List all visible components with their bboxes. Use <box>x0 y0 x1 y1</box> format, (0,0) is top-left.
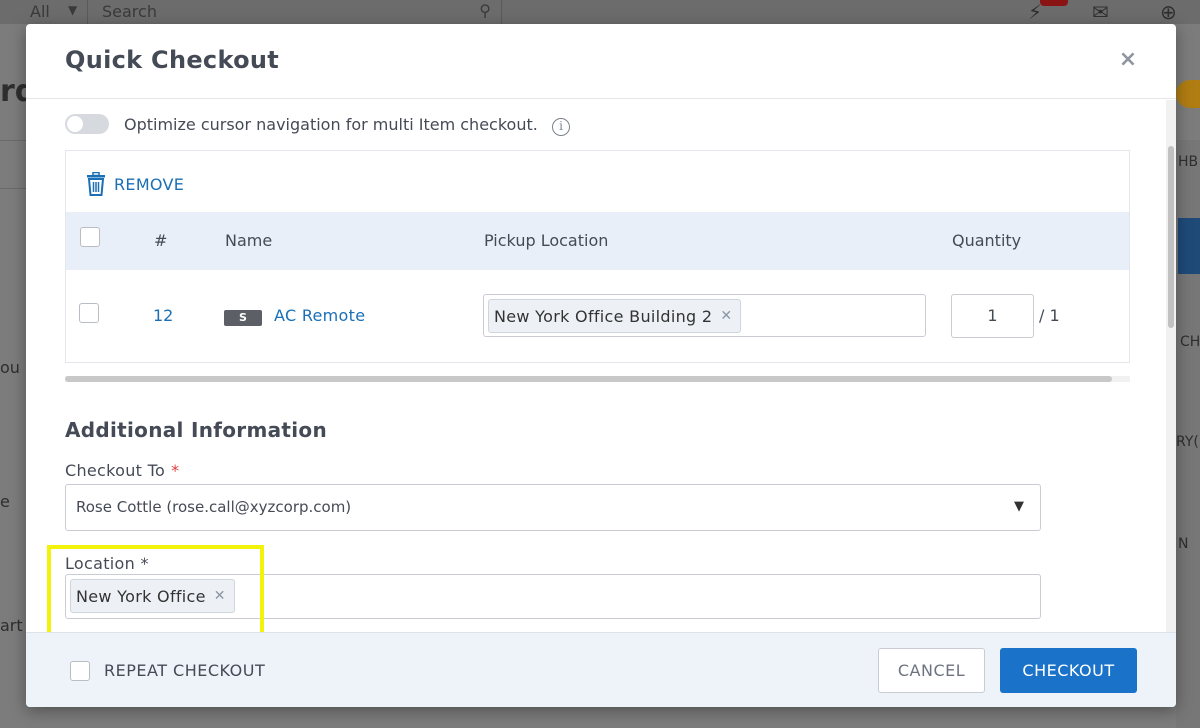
quantity-total: / 1 <box>1039 306 1060 325</box>
item-name-link[interactable]: AC Remote <box>274 306 365 325</box>
chevron-down-icon: ▼ <box>1014 499 1024 514</box>
quick-checkout-modal: Quick Checkout × Optimize cursor navigat… <box>26 24 1176 707</box>
table-row: 12 S AC Remote New York Office Building … <box>66 270 1129 362</box>
pickup-location-input[interactable]: New York Office Building 2 ✕ <box>483 294 926 337</box>
pickup-location-chip: New York Office Building 2 ✕ <box>488 299 742 333</box>
remove-button[interactable]: REMOVE <box>86 171 184 197</box>
background-text-fragment: ou <box>0 358 20 377</box>
close-icon[interactable]: × <box>1118 48 1138 72</box>
background-accent <box>1176 80 1200 108</box>
modal-title: Quick Checkout <box>65 46 280 74</box>
lightning-icon: ⚡ <box>1028 0 1043 24</box>
mail-icon: ✉ <box>1092 0 1109 24</box>
background-blue-block <box>1178 218 1200 274</box>
column-header-number: # <box>154 231 168 250</box>
remove-chip-icon[interactable]: ✕ <box>720 308 732 324</box>
background-search-placeholder: Search <box>102 2 157 21</box>
checkout-to-select[interactable]: Rose Cottle (rose.call@xyzcorp.com) ▼ <box>65 484 1041 531</box>
toggle-label: Optimize cursor navigation for multi Ite… <box>124 115 538 134</box>
background-text-fragment: HB <box>1178 154 1199 170</box>
items-table-card: REMOVE # Name Pickup Location Quantity 1… <box>65 150 1130 363</box>
quantity-input[interactable]: 1 <box>951 294 1034 338</box>
select-all-checkbox[interactable] <box>80 227 100 247</box>
toggle-knob <box>67 116 83 132</box>
repeat-checkout-label[interactable]: REPEAT CHECKOUT <box>104 661 265 680</box>
notification-badge <box>1040 0 1068 6</box>
background-divider <box>0 188 26 189</box>
pickup-location-chip-label: New York Office Building 2 <box>494 306 713 326</box>
highlight-annotation <box>47 545 264 640</box>
info-icon[interactable]: i <box>552 118 570 136</box>
required-marker: * <box>171 461 180 480</box>
column-header-name: Name <box>225 231 273 250</box>
vertical-scrollbar-thumb[interactable] <box>1168 146 1174 328</box>
checkout-to-value: Rose Cottle (rose.call@xyzcorp.com) <box>76 498 352 516</box>
search-icon: ⚲ <box>479 1 491 20</box>
checkout-to-label: Checkout To * <box>65 461 179 480</box>
checkout-button[interactable]: CHECKOUT <box>1000 648 1137 693</box>
chevron-down-icon: ▼ <box>68 3 78 17</box>
trash-icon <box>87 172 105 196</box>
cancel-button[interactable]: CANCEL <box>878 648 985 693</box>
modal-footer: REPEAT CHECKOUT CANCEL CHECKOUT <box>26 632 1176 707</box>
item-type-badge: S <box>224 310 262 326</box>
background-search: Search ⚲ <box>92 0 502 24</box>
add-icon: ⊕ <box>1160 0 1177 24</box>
column-header-pickup-location: Pickup Location <box>484 231 609 250</box>
table-header: # Name Pickup Location Quantity <box>66 212 1129 270</box>
background-divider <box>0 140 26 141</box>
row-checkbox[interactable] <box>79 303 99 323</box>
column-header-quantity: Quantity <box>952 231 1022 250</box>
optimize-navigation-toggle[interactable] <box>65 114 109 134</box>
background-text-fragment: CH <box>1180 334 1200 350</box>
remove-label: REMOVE <box>114 174 185 194</box>
background-text-fragment: N <box>1178 536 1189 552</box>
modal-header: Quick Checkout × <box>26 24 1176 99</box>
checkout-to-label-text: Checkout To <box>65 461 166 480</box>
horizontal-scrollbar-thumb[interactable] <box>65 376 1112 382</box>
background-text-fragment: e <box>0 492 10 511</box>
background-text-fragment: art <box>0 616 23 635</box>
background-filter-label: All <box>30 2 50 21</box>
background-topbar: All ▼ Search ⚲ ⚡ ✉ ⊕ <box>0 0 1200 24</box>
background-text-fragment: RY( <box>1176 434 1199 450</box>
row-number-link[interactable]: 12 <box>153 306 173 325</box>
repeat-checkout-checkbox[interactable] <box>70 661 90 681</box>
background-filter-dropdown: All ▼ <box>10 0 88 24</box>
additional-information-title: Additional Information <box>65 418 327 442</box>
